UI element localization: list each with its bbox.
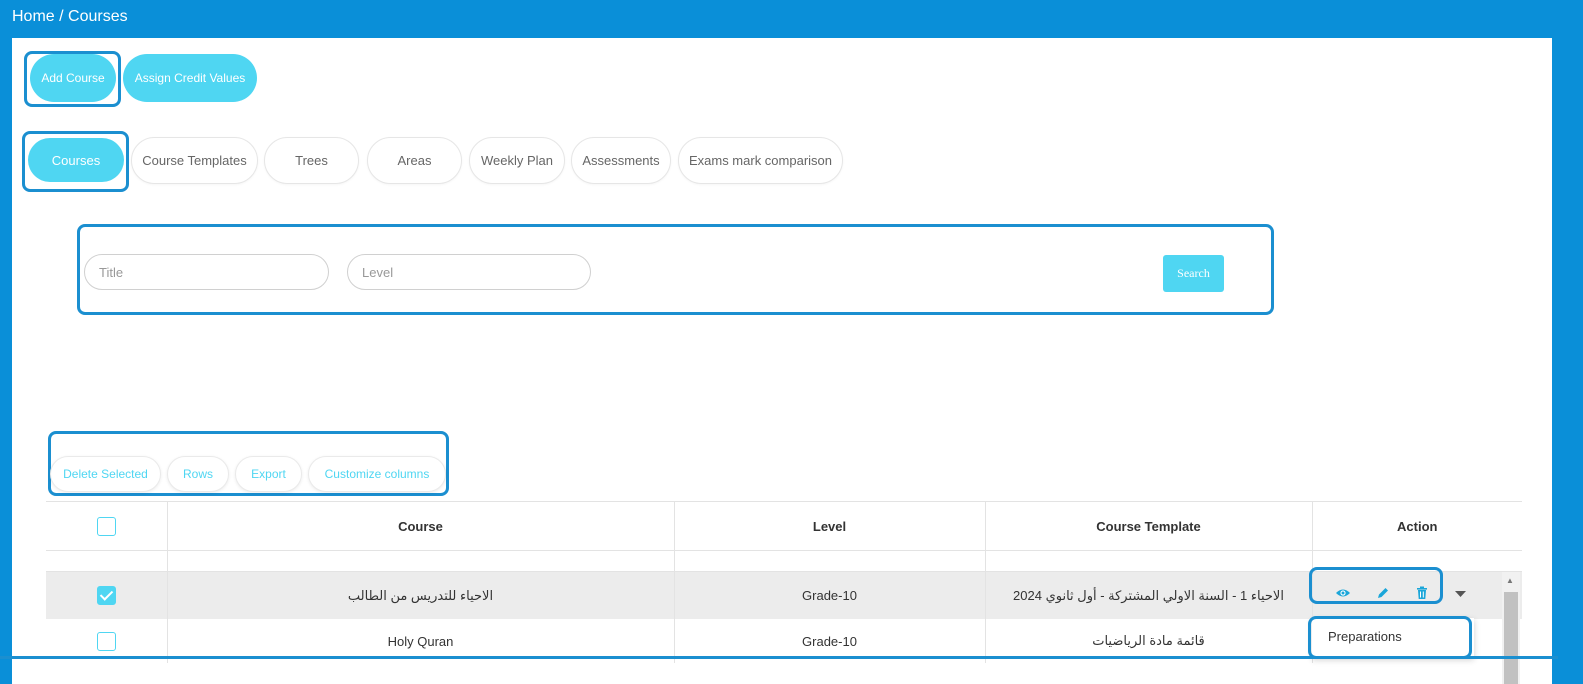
bottom-frame-line [0,656,1558,659]
right-frame [1552,38,1583,684]
breadcrumb: Home / Courses [12,8,128,25]
view-icon[interactable] [1335,587,1351,599]
title-input[interactable] [84,254,329,290]
delete-selected-button[interactable]: Delete Selected [50,456,161,492]
left-frame [0,38,12,684]
tab-weekly-plan[interactable]: Weekly Plan [469,137,565,184]
column-course-template[interactable]: Course Template [985,501,1313,551]
chevron-down-icon[interactable] [1455,591,1466,598]
course-cell: الاحياء للتدريس من الطالب [167,571,675,619]
edit-icon[interactable] [1376,586,1390,600]
export-button[interactable]: Export [235,456,302,492]
table-header-row: Course Level Course Template Action [46,501,1522,551]
table-row[interactable]: الاحياء للتدريس من الطالب Grade-10 الاحي… [46,571,1522,619]
scroll-up-icon[interactable]: ▲ [1506,576,1514,585]
tab-course-templates[interactable]: Course Templates [131,137,258,184]
top-bar: Home / Courses [0,0,1583,38]
rows-button[interactable]: Rows [167,456,229,492]
customize-columns-button[interactable]: Customize columns [308,456,446,492]
level-cell: Grade-10 [674,571,986,619]
table-spacer-row [46,550,1522,572]
select-all-checkbox[interactable] [96,516,116,536]
row-checkbox[interactable] [96,631,116,651]
select-all-cell [46,501,168,551]
delete-icon[interactable] [1416,586,1428,600]
column-action: Action [1312,501,1522,551]
add-course-highlight [24,51,121,107]
tab-assessments[interactable]: Assessments [571,137,671,184]
level-input[interactable] [347,254,591,290]
scrollbar-thumb[interactable] [1504,592,1518,684]
course-template-cell: الاحياء 1 - السنة الاولي المشتركة - أول … [985,571,1313,619]
courses-table: Course Level Course Template Action الاح… [46,501,1522,663]
search-button[interactable]: Search [1163,255,1224,292]
assign-credit-values-button[interactable]: Assign Credit Values [123,54,257,102]
preparations-highlight [1308,616,1472,659]
column-level[interactable]: Level [674,501,986,551]
tab-areas[interactable]: Areas [367,137,462,184]
column-course[interactable]: Course [167,501,675,551]
tab-exams-mark-comparison[interactable]: Exams mark comparison [678,137,843,184]
row-checkbox[interactable] [96,586,116,605]
tab-trees[interactable]: Trees [264,137,359,184]
tab-courses-highlight [22,131,129,192]
